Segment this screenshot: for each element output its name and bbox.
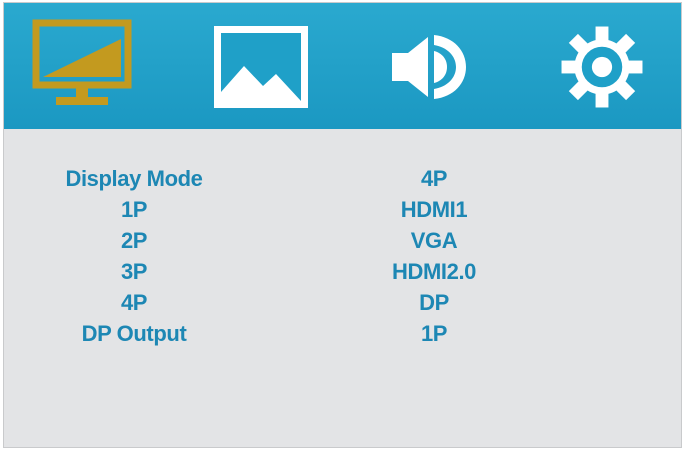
menu-row-3p[interactable]: 3P HDMI2.0 [4,256,681,287]
menu-row-1p[interactable]: 1P HDMI1 [4,194,681,225]
osd-screen: Display Mode 4P 1P HDMI1 2P VGA 3P HDMI2… [3,2,682,448]
menu-row-dp-output[interactable]: DP Output 1P [4,318,681,349]
tab-audio[interactable] [376,15,484,119]
menu-label: DP Output [81,321,187,346]
menu-row-2p[interactable]: 2P VGA [4,225,681,256]
menu-value[interactable]: DP [324,287,544,318]
tab-display[interactable] [28,15,136,119]
menu-label: 2P [120,228,148,253]
menu-label: Display Mode [65,166,203,191]
speaker-icon [392,35,466,99]
osd-tab-bar [4,3,681,129]
menu-value[interactable]: 4P [324,163,544,194]
picture-icon [214,26,308,108]
menu-label: 3P [120,259,148,284]
menu-value[interactable]: HDMI1 [324,194,544,225]
menu-label: 4P [120,290,148,315]
menu-row-4p[interactable]: 4P DP [4,287,681,318]
menu-value[interactable]: VGA [324,225,544,256]
menu-label: 1P [120,197,148,222]
tab-settings[interactable] [548,15,656,119]
menu-row-display-mode[interactable]: Display Mode 4P [4,163,681,194]
monitor-icon [32,19,132,105]
tab-picture[interactable] [207,15,315,119]
menu-value[interactable]: HDMI2.0 [324,256,544,287]
gear-icon [561,26,643,108]
menu-value[interactable]: 1P [324,318,544,349]
